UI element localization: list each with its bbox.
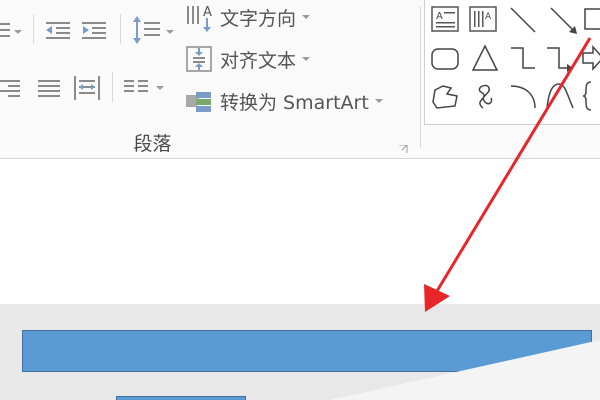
smartart-icon [186,92,211,112]
freeform-icon[interactable] [429,80,463,114]
justify-icon [38,80,60,97]
text-direction-icon: A [187,5,212,32]
slide-canvas[interactable] [0,159,600,304]
increase-indent-icon [82,22,106,39]
distributed-button[interactable] [72,74,102,102]
bullets-caret-icon[interactable] [14,30,22,34]
align-text-button[interactable]: 对齐文本 [184,44,311,74]
distributed-icon [74,76,100,100]
align-text-label: 对齐文本 [220,49,297,72]
scribble-icon[interactable] [469,80,503,114]
convert-to-smartart-label: 转换为 SmartArt [220,91,369,114]
rounded-rectangle-icon[interactable] [429,42,463,76]
triangle-icon[interactable] [469,42,503,76]
justify-button[interactable] [36,76,62,100]
block-arrow-icon[interactable] [581,42,600,76]
dialog-launcher-icon [399,144,408,153]
line-spacing-caret-icon[interactable] [166,30,174,34]
increase-indent-button[interactable] [80,18,108,42]
paragraph-dialog-launcher[interactable] [399,139,408,153]
bullets-dropdown[interactable] [0,18,26,42]
convert-to-smartart-button[interactable]: 转换为 SmartArt [184,86,383,116]
group-divider [420,6,421,148]
divider [120,14,121,44]
paragraph-group-label: 段落 [133,133,172,155]
vertical-text-box-icon[interactable]: A [467,4,501,38]
text-box-icon[interactable]: A [429,4,463,38]
line-spacing-button[interactable] [132,16,162,44]
curve-icon[interactable] [543,80,577,114]
text-direction-caret-icon[interactable] [302,15,311,19]
decrease-indent-icon [46,22,70,39]
align-right-button[interactable] [0,76,24,100]
columns-dropdown[interactable] [122,76,150,100]
elbow-connector-icon[interactable] [507,42,541,76]
line-icon[interactable] [507,4,541,38]
rectangle-shape[interactable] [22,330,592,372]
decrease-indent-button[interactable] [44,18,72,42]
align-text-icon [186,46,212,72]
divider [112,72,113,102]
svg-text:A: A [485,12,492,22]
convert-to-smartart-caret-icon[interactable] [374,99,383,103]
rectangle-shape-partial[interactable] [116,396,246,400]
shapes-gallery: A A [424,0,600,125]
align-text-caret-icon[interactable] [302,57,311,61]
divider [33,14,34,44]
svg-text:A: A [436,11,443,22]
arc-icon[interactable] [507,80,541,114]
align-right-icon [0,80,20,97]
text-direction-label: 文字方向 [220,7,297,30]
columns-caret-icon[interactable] [156,86,164,90]
list-icon [0,23,10,37]
rectangle-icon[interactable] [583,4,600,38]
ribbon: A 文字方向 对齐文本 转换为 SmartArt 段落 A A [0,0,600,159]
brace-icon[interactable] [581,80,600,114]
line-spacing-icon [133,16,160,44]
svg-text:A: A [203,5,212,20]
powerpoint-window: A 文字方向 对齐文本 转换为 SmartArt 段落 A A [0,0,600,400]
text-direction-button[interactable]: A 文字方向 [184,2,311,32]
elbow-arrow-connector-icon[interactable] [543,42,577,76]
arrow-line-icon[interactable] [547,4,581,38]
columns-icon [124,80,148,92]
